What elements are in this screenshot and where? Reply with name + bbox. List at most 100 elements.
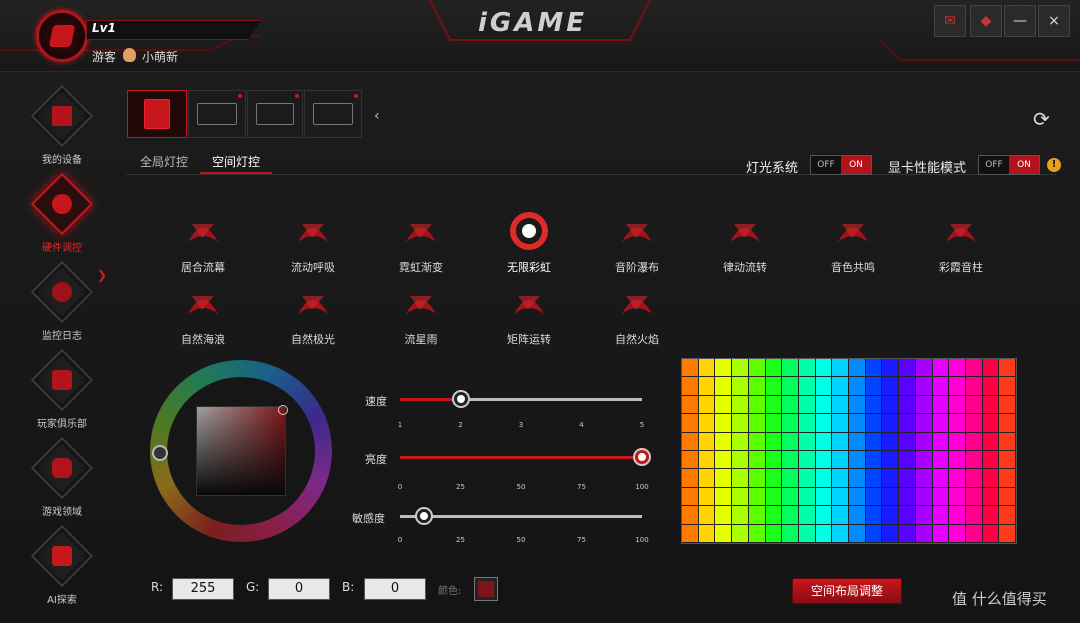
led-cell[interactable] <box>882 524 900 543</box>
led-cell[interactable] <box>965 414 983 433</box>
led-cell[interactable] <box>832 524 849 543</box>
led-cell[interactable] <box>815 487 833 507</box>
led-cell[interactable] <box>932 450 950 470</box>
effect-10[interactable]: 流星雨 <box>376 284 466 346</box>
led-cell[interactable] <box>765 506 783 525</box>
led-cell[interactable] <box>748 414 766 433</box>
led-cell[interactable] <box>715 524 733 543</box>
led-cell[interactable] <box>682 506 699 525</box>
led-cell[interactable] <box>798 395 816 415</box>
device-motherboard[interactable] <box>247 90 303 138</box>
led-cell[interactable] <box>849 450 866 470</box>
led-cell[interactable] <box>782 450 799 470</box>
led-cell[interactable] <box>949 487 966 507</box>
led-cell[interactable] <box>865 432 883 451</box>
led-cell[interactable] <box>965 450 983 470</box>
brightness-slider[interactable] <box>400 450 649 464</box>
brightness-slider-handle[interactable] <box>635 450 649 464</box>
led-cell[interactable] <box>965 359 983 378</box>
led-cell[interactable] <box>682 359 699 378</box>
saturation-square[interactable] <box>196 406 286 496</box>
led-cell[interactable] <box>832 359 849 378</box>
led-cell[interactable] <box>982 359 1000 378</box>
led-cell[interactable] <box>932 469 950 488</box>
led-cell[interactable] <box>865 377 883 396</box>
color-swatch[interactable] <box>474 577 498 601</box>
led-cell[interactable] <box>698 432 716 451</box>
led-cell[interactable] <box>882 506 900 525</box>
led-cell[interactable] <box>949 377 966 396</box>
red-value-input[interactable]: 255 <box>172 578 234 600</box>
led-cell[interactable] <box>748 506 766 525</box>
sidebar-item-ai-explore[interactable]: AI探索 <box>22 524 102 616</box>
led-cell[interactable] <box>732 469 749 488</box>
led-cell[interactable] <box>882 450 900 470</box>
led-cell[interactable] <box>815 450 833 470</box>
led-cell[interactable] <box>748 450 766 470</box>
led-cell[interactable] <box>798 524 816 543</box>
led-cell[interactable] <box>732 359 749 378</box>
led-cell[interactable] <box>915 506 933 525</box>
led-cell[interactable] <box>915 487 933 507</box>
led-cell[interactable] <box>815 469 833 488</box>
led-cell[interactable] <box>882 377 900 396</box>
effect-8[interactable]: 自然海浪 <box>158 284 248 346</box>
led-cell[interactable] <box>865 414 883 433</box>
led-cell[interactable] <box>865 487 883 507</box>
led-cell[interactable] <box>849 506 866 525</box>
effect-7[interactable]: 彩霞音柱 <box>916 212 1006 274</box>
led-cell[interactable] <box>682 469 699 488</box>
led-cell[interactable] <box>798 359 816 378</box>
led-cell[interactable] <box>732 377 749 396</box>
sidebar-item-hardware-control[interactable]: 硬件调控 <box>22 172 102 264</box>
led-cell[interactable] <box>782 506 799 525</box>
led-cell[interactable] <box>915 432 933 451</box>
effect-11[interactable]: 矩阵运转 <box>484 284 574 346</box>
led-cell[interactable] <box>798 432 816 451</box>
effect-4[interactable]: 音阶瀑布 <box>592 212 682 274</box>
led-cell[interactable] <box>982 377 1000 396</box>
led-preview-grid[interactable] <box>681 358 1017 544</box>
led-cell[interactable] <box>765 395 783 415</box>
device-graphics-card[interactable] <box>188 90 246 138</box>
led-cell[interactable] <box>915 359 933 378</box>
led-cell[interactable] <box>765 487 783 507</box>
led-cell[interactable] <box>882 487 900 507</box>
led-cell[interactable] <box>949 506 966 525</box>
led-cell[interactable] <box>965 487 983 507</box>
led-cell[interactable] <box>915 450 933 470</box>
led-cell[interactable] <box>832 487 849 507</box>
light-system-toggle[interactable]: OFF ON <box>810 155 872 175</box>
led-cell[interactable] <box>932 359 950 378</box>
led-cell[interactable] <box>782 469 799 488</box>
led-cell[interactable] <box>932 395 950 415</box>
sidebar-item-player-club[interactable]: 玩家俱乐部 <box>22 348 102 440</box>
effect-9[interactable]: 自然极光 <box>268 284 358 346</box>
chevron-left-icon[interactable]: ‹ <box>374 108 380 124</box>
minimize-icon[interactable]: — <box>1004 5 1036 37</box>
effect-12[interactable]: 自然火焰 <box>592 284 682 346</box>
led-cell[interactable] <box>765 450 783 470</box>
led-cell[interactable] <box>949 432 966 451</box>
led-cell[interactable] <box>765 377 783 396</box>
led-cell[interactable] <box>865 506 883 525</box>
led-cell[interactable] <box>915 414 933 433</box>
led-cell[interactable] <box>798 469 816 488</box>
led-cell[interactable] <box>815 359 833 378</box>
led-cell[interactable] <box>865 469 883 488</box>
led-cell[interactable] <box>682 524 699 543</box>
led-cell[interactable] <box>999 487 1016 507</box>
led-cell[interactable] <box>815 506 833 525</box>
led-cell[interactable] <box>982 432 1000 451</box>
led-cell[interactable] <box>698 359 716 378</box>
sidebar-item-monitor-log[interactable]: 监控日志 <box>22 260 102 352</box>
led-cell[interactable] <box>865 450 883 470</box>
led-cell[interactable] <box>899 506 916 525</box>
led-cell[interactable] <box>765 359 783 378</box>
led-cell[interactable] <box>698 469 716 488</box>
led-cell[interactable] <box>849 487 866 507</box>
led-cell[interactable] <box>982 524 1000 543</box>
led-cell[interactable] <box>832 377 849 396</box>
led-cell[interactable] <box>732 487 749 507</box>
led-cell[interactable] <box>715 469 733 488</box>
